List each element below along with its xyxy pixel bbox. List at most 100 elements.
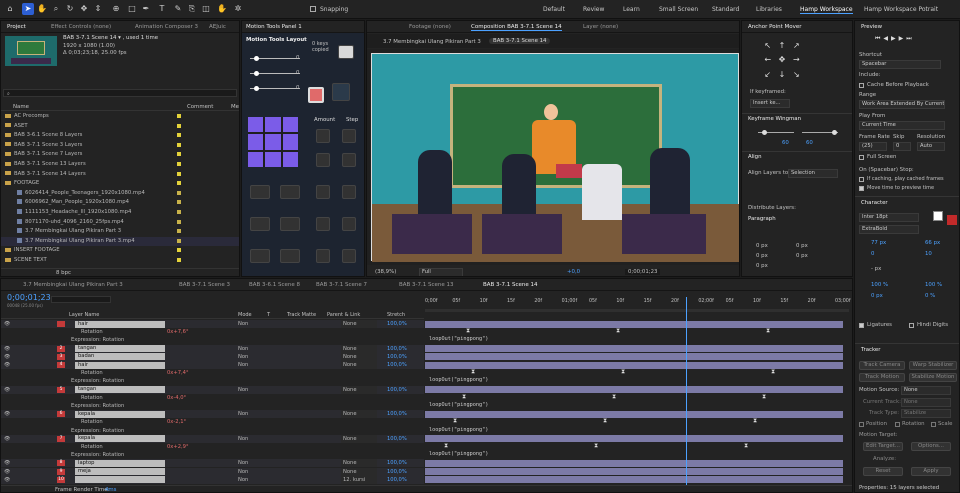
timeline-row[interactable]: Expression: Rotation [1,377,424,385]
layer-parent-dropdown[interactable]: None [341,459,377,468]
visibility-eye-icon[interactable]: 👁 [4,353,10,361]
tab-anchor-point-mover[interactable]: Anchor Point Mover [748,24,802,30]
tab-timeline-scene13[interactable]: BAB 3-7.1 Scene 13 [399,282,454,288]
timeline-row[interactable]: Expression: Rotation [1,451,424,459]
horizontal-scale-value[interactable]: 100 % [925,282,942,288]
tab-timeline-scene7[interactable]: BAB 3-7.1 Scene 7 [316,282,367,288]
clone-tool-icon[interactable]: ⎘ [186,3,198,15]
tab-motion-tools[interactable]: Motion Tools Panel 1 [246,24,302,30]
hindi-checkbox[interactable] [909,323,914,328]
puppet-tool-icon[interactable]: ✲ [232,3,244,15]
exposure-value[interactable]: +0,0 [567,269,580,275]
layer-stretch[interactable]: 100,0% [387,468,407,476]
current-track-dropdown[interactable]: None [901,398,951,407]
layer-duration-bar[interactable] [425,459,843,467]
font-style-dropdown[interactable]: ExtraBold [859,225,919,234]
layer-duration-bar[interactable] [425,435,843,443]
leading-value[interactable]: 66 px [925,240,940,246]
layer-duration-bar[interactable] [425,386,843,394]
tab-layer[interactable]: Layer (none) [583,24,618,30]
comp-canvas[interactable] [367,49,739,265]
tab-align[interactable]: Align [748,154,762,160]
layer-stretch[interactable]: 100,0% [387,386,407,394]
para-indent-left[interactable]: 0 px [756,243,768,249]
workspace-review[interactable]: Review [583,6,604,13]
if-caching-checkbox[interactable] [859,177,864,182]
zoom-tool-icon[interactable]: ⌕ [50,3,62,15]
project-item[interactable]: BAB 3-7.1 Scene 3 Layers [1,141,239,150]
copy-keys-button[interactable] [338,45,354,59]
layer-duration-bar[interactable] [425,320,843,328]
resolution-dropdown[interactable]: Auto [917,142,945,151]
insert-key-dropdown[interactable]: Insert ke... [750,99,790,108]
hand-tool-icon[interactable]: ✋ [36,3,48,15]
breadcrumb-scene14[interactable]: BAB 3-7.1 Scene 14 [489,38,551,44]
layer-mode-dropdown[interactable]: Non [238,435,248,443]
project-item[interactable]: BAB 3-7.1 Scene 7 Layers [1,150,239,159]
range-dropdown[interactable]: Work Area Extended By Current... [859,100,945,109]
layer-mode-dropdown[interactable]: Non [238,410,248,418]
tab-timeline-scene14[interactable]: BAB 3-7.1 Scene 14 [483,282,538,288]
pan-tool-icon[interactable]: ✥ [78,3,90,15]
tool-button-7[interactable] [316,217,330,231]
project-search-input[interactable]: ⌕ [3,89,237,97]
expression-code[interactable]: loopOut("pingpong") [429,377,488,383]
keyframe-icon[interactable]: ⧗ [603,417,607,425]
layer-name[interactable]: laptop [75,459,165,467]
timeline-row[interactable]: 👁 5 tangan Non None 100,0% [1,385,424,394]
anchor-tool-icon[interactable]: ⊕ [110,3,122,15]
workspace-default[interactable]: Default [543,6,565,13]
layer-stretch[interactable]: 100,0% [387,459,407,467]
layer-name[interactable]: tangan [75,345,165,353]
apply-button[interactable]: Apply [911,467,951,476]
timeline-row[interactable]: 👁 6 kepala Non None 100,0% [1,410,424,419]
workspace-small-screen[interactable]: Small Screen [659,6,698,13]
label-color-swatch[interactable] [177,238,181,243]
project-item[interactable]: SCENE TEXT [1,256,239,265]
layer-parent-dropdown[interactable]: None [341,344,377,353]
label-color-swatch[interactable] [177,200,181,205]
layer-duration-bar[interactable] [425,410,843,418]
workspace-hamp-potrait[interactable]: Hamp Workspace Potrait [864,6,938,13]
para-indent-first[interactable]: 0 px [756,263,768,269]
project-item[interactable]: AC Precomps [1,112,239,121]
layer-duration-bar[interactable] [425,476,843,484]
project-item[interactable]: ASET [1,122,239,131]
label-color-swatch[interactable] [177,258,181,262]
align-button-1[interactable] [316,129,330,143]
layer-parent-dropdown[interactable]: None [341,467,377,476]
workspace-hamp[interactable]: Hamp Workspace [800,6,853,14]
track-camera-button[interactable]: Track Camera [859,361,905,370]
expression-code[interactable]: loopOut("pingpong") [429,402,488,408]
timeline-row[interactable]: 👁 hair Non None 100,0% [1,320,424,328]
wave-button[interactable] [250,185,270,199]
color-swatch-button[interactable] [308,87,324,103]
workspace-libraries[interactable]: Libraries [756,6,782,13]
label-color-swatch[interactable] [177,123,181,128]
project-item[interactable]: 8071170-uhd_4096_2160_25fps.mp4 [1,218,239,227]
layer-mode-dropdown[interactable]: Non [238,345,248,353]
layer-parent-dropdown[interactable]: None [341,434,377,443]
layer-stretch[interactable]: 100,0% [387,435,407,443]
slider-3-handle[interactable] [254,86,259,91]
layer-stretch[interactable]: 100,0% [387,476,407,484]
layer-name[interactable]: badan [75,353,165,361]
font-size-value[interactable]: 77 px [871,240,886,246]
property-value[interactable]: 0x-2,1° [167,418,186,426]
tab-paragraph[interactable]: Paragraph [748,216,776,222]
vertical-scale-value[interactable]: 100 % [871,282,888,288]
keyframe-icon[interactable]: ⧗ [594,442,598,450]
label-color-swatch[interactable] [177,181,181,186]
wingman-slider-2[interactable] [832,130,837,135]
track-motion-button[interactable]: Track Motion [859,373,905,382]
snapping-checkbox[interactable] [310,6,316,12]
tool-button-5[interactable] [250,217,270,231]
zoom-level[interactable]: (38,9%) [375,269,396,275]
project-item[interactable]: INSERT FOOTAGE [1,246,239,255]
property-value[interactable]: 0x+7,4° [167,369,189,377]
visibility-eye-icon[interactable]: 👁 [4,410,10,418]
options-button[interactable]: Options... [911,442,951,451]
wingman-slider-1[interactable] [762,130,767,135]
track-type-dropdown[interactable]: Stabilize [901,409,951,418]
visibility-eye-icon[interactable]: 👁 [4,361,10,369]
